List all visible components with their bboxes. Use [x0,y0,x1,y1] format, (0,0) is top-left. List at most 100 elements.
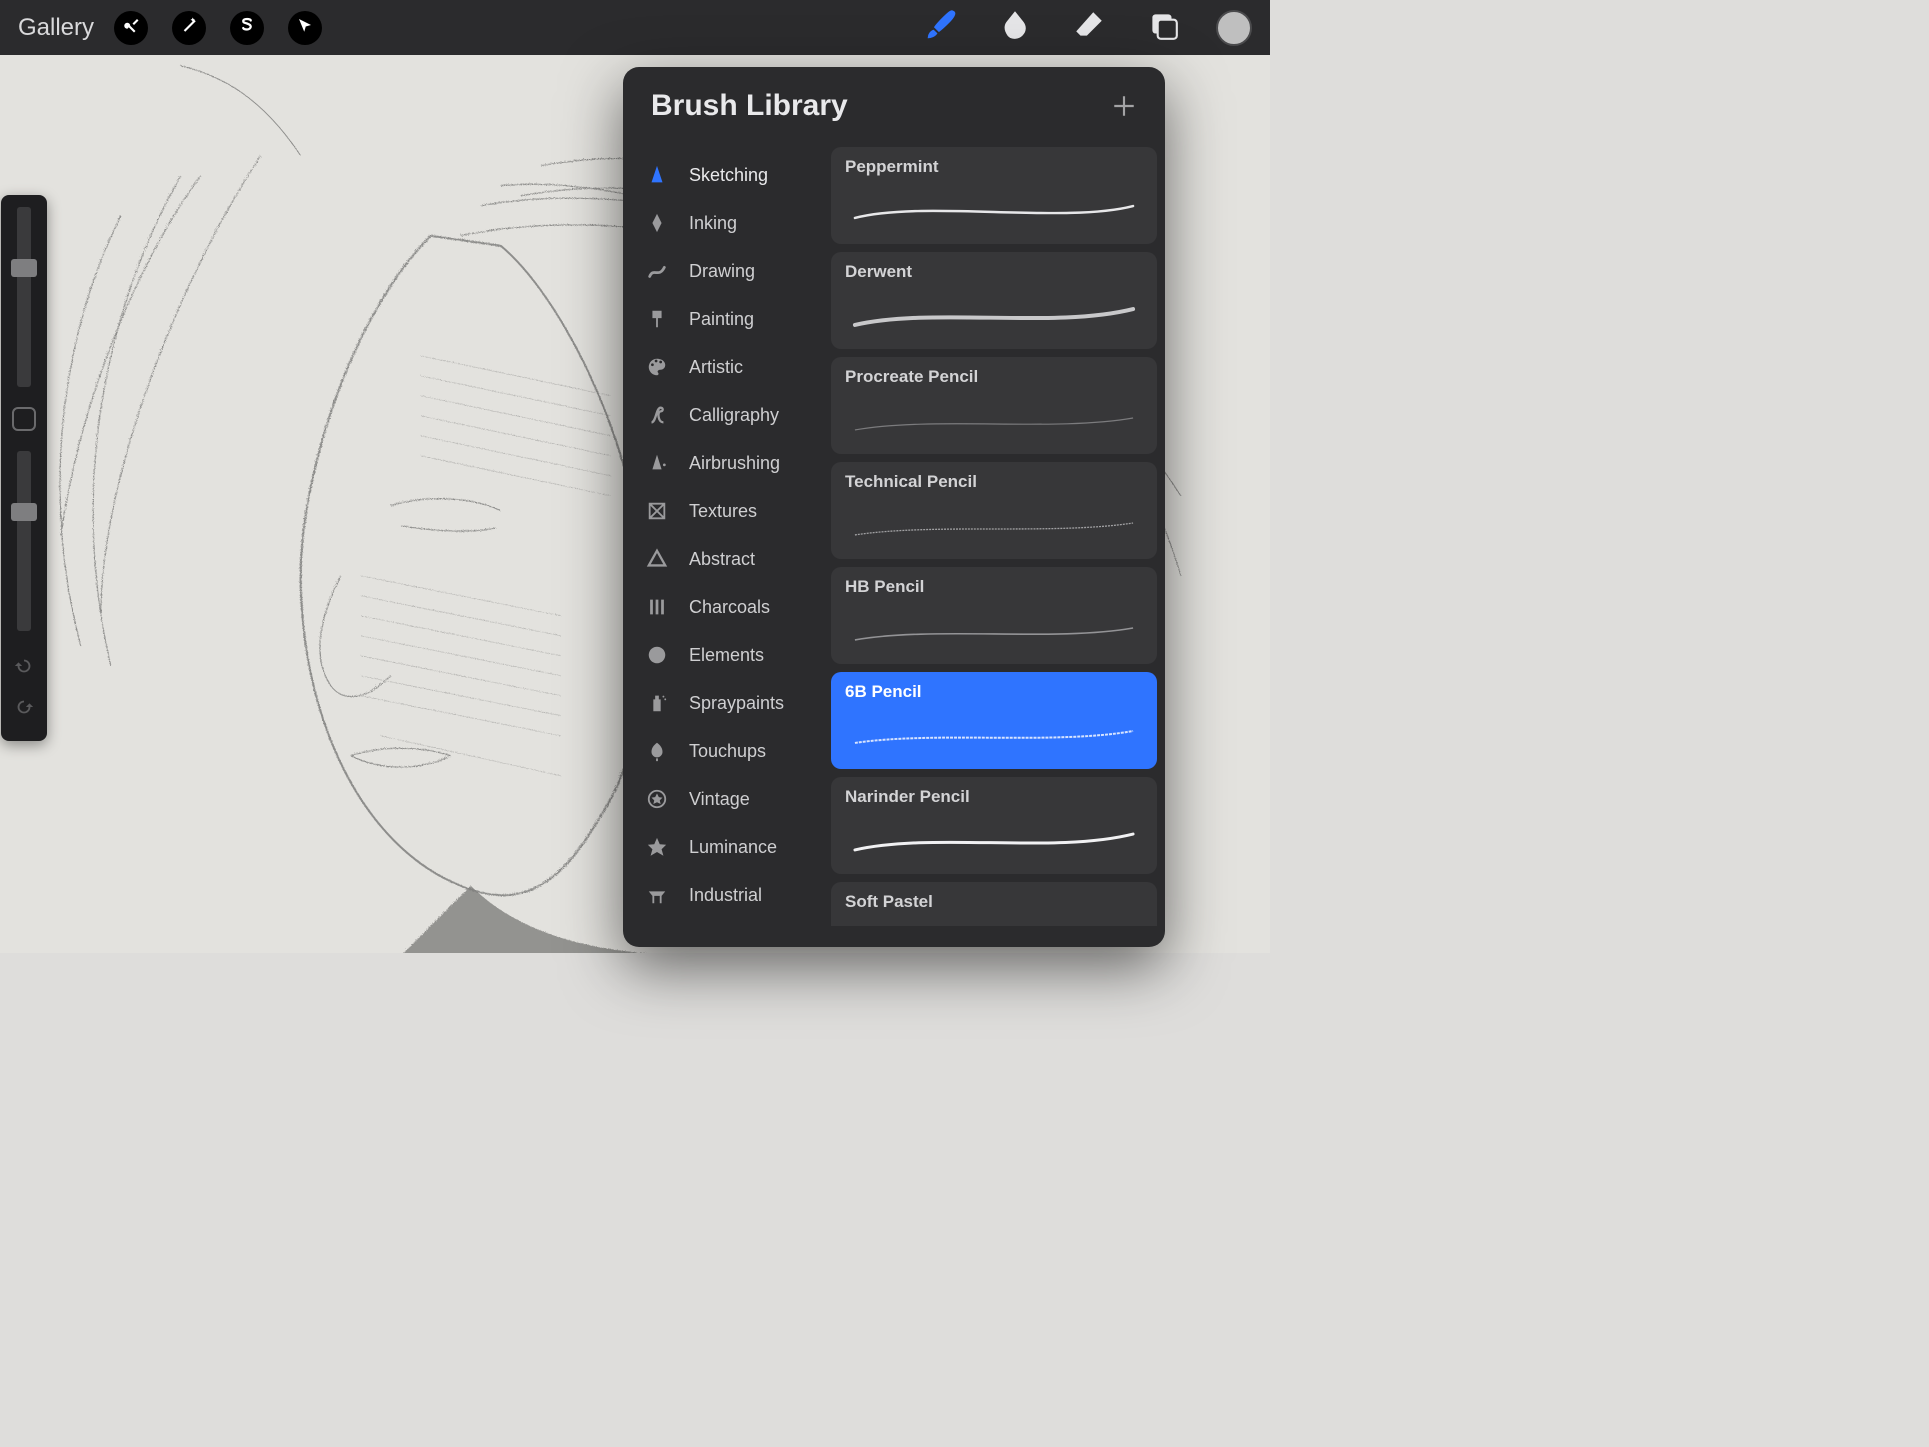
drawing-icon [643,260,671,282]
sketching-icon [643,164,671,186]
selection-button[interactable] [230,11,264,45]
gallery-button[interactable]: Gallery [18,14,94,42]
brush-list[interactable]: Peppermint Derwent Procreate Pencil Tech… [823,143,1165,947]
brush-category-artistic[interactable]: Artistic [623,343,823,391]
brush-procreate-pencil[interactable]: Procreate Pencil [831,357,1157,454]
brush-stroke-preview [845,190,1143,230]
brush-soft-pastel[interactable]: Soft Pastel [831,882,1157,926]
brush-category-elements[interactable]: Elements [623,631,823,679]
brush-library-popover: Brush Library Sketching Inking Drawing P… [623,67,1165,947]
brush-category-drawing[interactable]: Drawing [623,247,823,295]
brush-name: Soft Pastel [845,892,1143,912]
brush-size-slider[interactable] [17,207,31,387]
modify-button[interactable] [12,407,36,431]
wand-icon [180,16,198,39]
brush-size-thumb[interactable] [11,259,37,277]
brush-category-inking[interactable]: Inking [623,199,823,247]
left-sidebar [0,195,48,741]
brush-category-label: Industrial [689,885,762,906]
actions-button[interactable] [114,11,148,45]
brush-name: Peppermint [845,157,1143,177]
layers-button[interactable] [1142,7,1184,49]
brush-name: Derwent [845,262,1143,282]
brush-category-label: Textures [689,501,757,522]
brush-category-label: Sketching [689,165,768,186]
charcoals-icon [643,596,671,618]
brush-category-label: Drawing [689,261,755,282]
smudge-tool-button[interactable] [994,7,1036,49]
brush-stroke-preview [845,505,1143,545]
brush-category-calligraphy[interactable]: Calligraphy [623,391,823,439]
spraypaints-icon [643,692,671,714]
brush-stroke-preview [845,715,1143,755]
brush-category-label: Artistic [689,357,743,378]
elements-icon [643,644,671,666]
brush-stroke-preview [845,610,1143,650]
brush-category-label: Luminance [689,837,777,858]
brush-name: 6B Pencil [845,682,1143,702]
brush-name: Procreate Pencil [845,367,1143,387]
brush-stroke-preview [845,295,1143,335]
brush-icon [924,8,958,47]
painting-icon [643,308,671,330]
brush-category-touchups[interactable]: Touchups [623,727,823,775]
industrial-icon [643,884,671,906]
brush-stroke-preview [845,400,1143,440]
brush-library-header: Brush Library [623,67,1165,143]
wrench-icon [122,16,140,39]
brush-category-label: Touchups [689,741,766,762]
brush-hb-pencil[interactable]: HB Pencil [831,567,1157,664]
brush-stroke-preview [845,820,1143,860]
brush-name: Technical Pencil [845,472,1143,492]
brush-category-airbrushing[interactable]: Airbrushing [623,439,823,487]
brush-category-label: Elements [689,645,764,666]
slider-panel [1,195,47,741]
brush-category-label: Spraypaints [689,693,784,714]
abstract-icon [643,548,671,570]
brush-category-abstract[interactable]: Abstract [623,535,823,583]
brush-name: HB Pencil [845,577,1143,597]
brush-name: Narinder Pencil [845,787,1143,807]
brush-tool-button[interactable] [920,7,962,49]
brush-category-sketching[interactable]: Sketching [623,151,823,199]
eraser-icon [1072,8,1106,47]
airbrushing-icon [643,452,671,474]
selection-s-icon [238,16,256,39]
brush-category-label: Calligraphy [689,405,779,426]
brush-category-charcoals[interactable]: Charcoals [623,583,823,631]
brush-category-textures[interactable]: Textures [623,487,823,535]
brush-category-painting[interactable]: Painting [623,295,823,343]
layers-icon [1146,8,1180,47]
brush-category-luminance[interactable]: Luminance [623,823,823,871]
redo-button[interactable] [13,696,35,723]
brush-category-industrial[interactable]: Industrial [623,871,823,919]
brush-category-label: Charcoals [689,597,770,618]
brush-category-label: Abstract [689,549,755,570]
color-swatch-button[interactable] [1216,10,1252,46]
smudge-icon [998,8,1032,47]
plus-icon [1111,93,1137,119]
add-brush-button[interactable] [1111,93,1137,119]
brush-category-spraypaints[interactable]: Spraypaints [623,679,823,727]
brush-narinder-pencil[interactable]: Narinder Pencil [831,777,1157,874]
calligraphy-icon [643,404,671,426]
brush-category-label: Airbrushing [689,453,780,474]
brush-technical-pencil[interactable]: Technical Pencil [831,462,1157,559]
brush-category-label: Inking [689,213,737,234]
brush-peppermint[interactable]: Peppermint [831,147,1157,244]
adjustments-button[interactable] [172,11,206,45]
transform-button[interactable] [288,11,322,45]
brush-category-label: Vintage [689,789,750,810]
brush-category-label: Painting [689,309,754,330]
brush-opacity-thumb[interactable] [11,503,37,521]
brush-opacity-slider[interactable] [17,451,31,631]
brush-6b-pencil[interactable]: 6B Pencil [831,672,1157,769]
brush-derwent[interactable]: Derwent [831,252,1157,349]
vintage-icon [643,788,671,810]
eraser-tool-button[interactable] [1068,7,1110,49]
inking-icon [643,212,671,234]
artistic-icon [643,356,671,378]
brush-category-vintage[interactable]: Vintage [623,775,823,823]
brush-category-list[interactable]: Sketching Inking Drawing Painting Artist… [623,143,823,947]
undo-button[interactable] [13,655,35,682]
